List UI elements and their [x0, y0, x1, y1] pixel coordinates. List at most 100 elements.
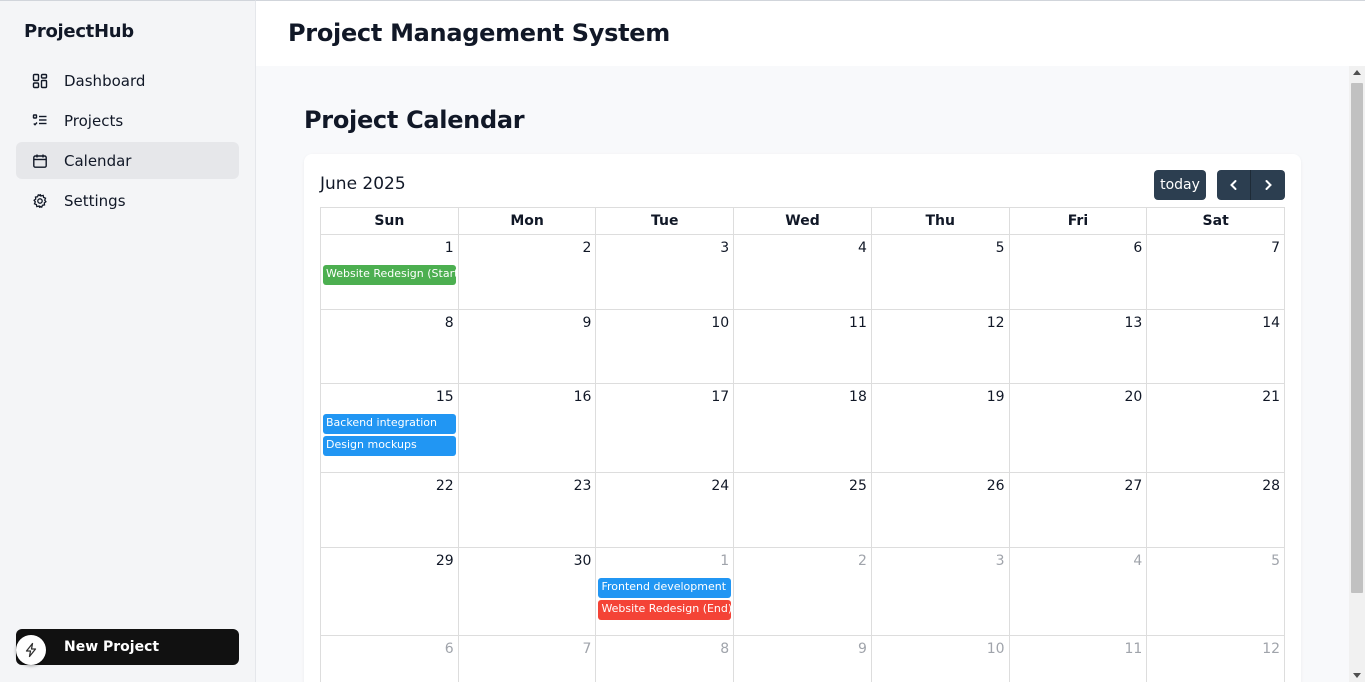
day-number[interactable]: 24: [711, 478, 729, 494]
calendar-event[interactable]: Website Redesign (Start): [323, 265, 456, 285]
calendar-day-cell[interactable]: 9: [734, 636, 872, 682]
day-number[interactable]: 25: [849, 478, 867, 494]
calendar-day-cell[interactable]: 8: [596, 636, 735, 682]
calendar-day-cell[interactable]: 1 Website Redesign (Start): [321, 235, 459, 309]
calendar-day-cell[interactable]: 2: [734, 548, 872, 635]
scroll-up-arrow-icon[interactable]: [1353, 70, 1361, 75]
day-number[interactable]: 18: [849, 389, 867, 405]
calendar-day-cell[interactable]: 4: [1010, 548, 1148, 635]
day-number[interactable]: 26: [987, 478, 1005, 494]
day-number[interactable]: 8: [720, 641, 729, 657]
calendar-day-cell[interactable]: 3: [872, 548, 1010, 635]
calendar-event[interactable]: Frontend development: [598, 578, 732, 598]
vertical-scrollbar[interactable]: [1349, 66, 1365, 682]
calendar-day-cell[interactable]: 7: [1147, 235, 1286, 309]
day-number[interactable]: 3: [996, 553, 1005, 569]
lightning-bolt-icon[interactable]: [16, 635, 46, 665]
day-number[interactable]: 13: [1124, 315, 1142, 331]
day-number[interactable]: 3: [720, 240, 729, 256]
today-button[interactable]: today: [1154, 170, 1206, 200]
day-number[interactable]: 12: [987, 315, 1005, 331]
calendar-event[interactable]: Design mockups: [323, 436, 456, 456]
sidebar-item-settings[interactable]: Settings: [16, 182, 239, 219]
calendar-day-cell[interactable]: 19: [872, 384, 1010, 472]
sidebar-item-projects[interactable]: Projects: [16, 102, 239, 139]
next-month-button[interactable]: [1251, 170, 1285, 200]
day-number[interactable]: 21: [1262, 389, 1280, 405]
day-number[interactable]: 28: [1262, 478, 1280, 494]
calendar-day-cell[interactable]: 22: [321, 473, 459, 547]
day-number[interactable]: 15: [436, 389, 454, 405]
sidebar-item-calendar[interactable]: Calendar: [16, 142, 239, 179]
day-number[interactable]: 6: [1133, 240, 1142, 256]
day-number[interactable]: 20: [1124, 389, 1142, 405]
calendar-day-cell[interactable]: 23: [459, 473, 597, 547]
day-number[interactable]: 19: [987, 389, 1005, 405]
calendar-day-cell[interactable]: 28: [1147, 473, 1286, 547]
day-number[interactable]: 12: [1262, 641, 1280, 657]
calendar-event[interactable]: Website Redesign (End): [598, 600, 732, 620]
day-number[interactable]: 14: [1262, 315, 1280, 331]
day-number[interactable]: 23: [574, 478, 592, 494]
calendar-day-cell[interactable]: 14: [1147, 310, 1286, 383]
calendar-day-cell[interactable]: 13: [1010, 310, 1148, 383]
day-number[interactable]: 5: [1271, 553, 1280, 569]
day-number[interactable]: 5: [996, 240, 1005, 256]
day-number[interactable]: 6: [445, 641, 454, 657]
day-number[interactable]: 4: [858, 240, 867, 256]
day-number[interactable]: 10: [711, 315, 729, 331]
day-number[interactable]: 9: [583, 315, 592, 331]
calendar-day-cell[interactable]: 29: [321, 548, 459, 635]
day-number[interactable]: 16: [574, 389, 592, 405]
day-number[interactable]: 2: [858, 553, 867, 569]
day-number[interactable]: 17: [711, 389, 729, 405]
scroll-down-arrow-icon[interactable]: [1353, 673, 1361, 678]
calendar-day-cell[interactable]: 5: [1147, 548, 1286, 635]
day-number[interactable]: 1: [445, 240, 454, 256]
calendar-day-cell[interactable]: 1 Frontend development Website Redesign (E…: [596, 548, 735, 635]
calendar-day-cell[interactable]: 15 Backend integration Design mockups: [321, 384, 459, 472]
day-number[interactable]: 10: [987, 641, 1005, 657]
calendar-day-cell[interactable]: 10: [872, 636, 1010, 682]
day-number[interactable]: 8: [445, 315, 454, 331]
calendar-day-cell[interactable]: 2: [459, 235, 597, 309]
new-project-button[interactable]: New Project: [16, 629, 239, 665]
prev-month-button[interactable]: [1217, 170, 1251, 200]
day-number[interactable]: 11: [1124, 641, 1142, 657]
calendar-day-cell[interactable]: 24: [596, 473, 735, 547]
calendar-day-cell[interactable]: 8: [321, 310, 459, 383]
day-number[interactable]: 1: [720, 553, 729, 569]
day-number[interactable]: 4: [1133, 553, 1142, 569]
brand-logo-text[interactable]: ProjectHub: [24, 21, 134, 42]
day-number[interactable]: 27: [1124, 478, 1142, 494]
calendar-day-cell[interactable]: 18: [734, 384, 872, 472]
calendar-day-cell[interactable]: 12: [872, 310, 1010, 383]
scroll-thumb[interactable]: [1351, 83, 1363, 593]
calendar-day-cell[interactable]: 11: [734, 310, 872, 383]
calendar-day-cell[interactable]: 4: [734, 235, 872, 309]
calendar-day-cell[interactable]: 6: [321, 636, 459, 682]
calendar-day-cell[interactable]: 7: [459, 636, 597, 682]
day-number[interactable]: 11: [849, 315, 867, 331]
calendar-day-cell[interactable]: 5: [872, 235, 1010, 309]
day-number[interactable]: 2: [583, 240, 592, 256]
calendar-day-cell[interactable]: 10: [596, 310, 735, 383]
calendar-day-cell[interactable]: 9: [459, 310, 597, 383]
day-number[interactable]: 22: [436, 478, 454, 494]
calendar-day-cell[interactable]: 17: [596, 384, 735, 472]
calendar-event[interactable]: Backend integration: [323, 414, 456, 434]
calendar-day-cell[interactable]: 20: [1010, 384, 1148, 472]
day-number[interactable]: 29: [436, 553, 454, 569]
day-number[interactable]: 30: [574, 553, 592, 569]
calendar-day-cell[interactable]: 6: [1010, 235, 1148, 309]
day-number[interactable]: 7: [583, 641, 592, 657]
calendar-day-cell[interactable]: 12: [1147, 636, 1286, 682]
sidebar-item-dashboard[interactable]: Dashboard: [16, 62, 239, 99]
calendar-day-cell[interactable]: 11: [1010, 636, 1148, 682]
calendar-day-cell[interactable]: 30: [459, 548, 597, 635]
calendar-day-cell[interactable]: 3: [596, 235, 735, 309]
calendar-day-cell[interactable]: 25: [734, 473, 872, 547]
day-number[interactable]: 9: [858, 641, 867, 657]
calendar-day-cell[interactable]: 16: [459, 384, 597, 472]
day-number[interactable]: 7: [1271, 240, 1280, 256]
